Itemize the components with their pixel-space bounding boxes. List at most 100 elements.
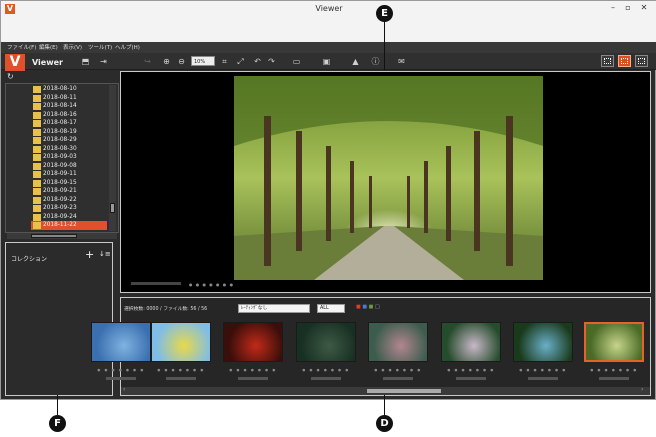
close-button[interactable]: ✕: [638, 3, 650, 12]
tree-folder-label: 2018-09-23: [43, 205, 77, 211]
folder-icon: [33, 120, 41, 127]
rating-filter-select[interactable]: ﾚｰﾃｨﾝｸﾞなし: [238, 304, 310, 313]
tree-folder-label: 2018-08-30: [43, 145, 77, 152]
fullscreen-icon[interactable]: ⤢: [235, 56, 246, 67]
thumbnail-pink-flower[interactable]: [368, 322, 428, 362]
folder-icon: [33, 94, 41, 102]
folder-icon: [33, 162, 41, 170]
collection-panel: コレクション + ↓≡: [5, 242, 113, 396]
mail-icon[interactable]: ✉: [396, 56, 407, 67]
window-title: Viewer: [315, 4, 343, 13]
thumbnail-rating: ● ● ● ● ● ● ●: [229, 368, 277, 372]
sync-icon[interactable]: ↻: [7, 72, 14, 81]
callout-d: D: [376, 415, 393, 432]
tree-folder-label: 2018-09-22: [43, 196, 77, 203]
thumbnail-blue-flower[interactable]: [513, 322, 573, 362]
tree-scroll-thumb[interactable]: [110, 203, 115, 213]
export-icon[interactable]: ⇥: [98, 56, 109, 67]
thumbnail-red-spider-lily[interactable]: [223, 322, 283, 362]
slideshow-icon[interactable]: ▣: [321, 56, 332, 67]
sort-collection-button[interactable]: ↓≡: [99, 250, 111, 258]
color-flags[interactable]: ■ ■ ■ □: [356, 304, 380, 310]
image-icon[interactable]: ▲: [350, 56, 361, 67]
label-filter-select[interactable]: ALL: [317, 304, 345, 313]
brand-logo: V: [5, 54, 25, 71]
rotate-icon[interactable]: ↪: [142, 56, 153, 67]
filmstrip-scrollbar[interactable]: [121, 387, 650, 395]
filmstrip-scroll-thumb[interactable]: [367, 389, 441, 393]
thumbnail-filename: [599, 377, 629, 380]
tree-folder-label: 2018-11-22: [43, 222, 77, 228]
grid-icon: [604, 58, 611, 64]
folder-icon: [33, 222, 41, 229]
grid-view-button[interactable]: [601, 55, 614, 67]
tree-folder-label: 2018-09-24: [43, 213, 77, 220]
menu-edit[interactable]: 編集(E): [39, 43, 58, 51]
tree-folder-label: 2018-08-16: [43, 111, 77, 118]
thumbnail-dandelion[interactable]: [151, 322, 211, 362]
thumbnail-rating: ● ● ● ● ● ● ●: [374, 368, 422, 372]
tree-folder-label: 2018-09-21: [43, 188, 77, 194]
thumbnail-rating: ● ● ● ● ● ● ●: [97, 368, 145, 372]
thumbnail-rating: ● ● ● ● ● ● ●: [157, 368, 205, 372]
folder-icon: [33, 171, 41, 178]
tree-avenue-photo: [234, 76, 543, 280]
dual-view-button[interactable]: [635, 55, 648, 67]
folder-icon: [33, 86, 41, 93]
callout-e: E: [376, 5, 393, 22]
rotate-right-icon[interactable]: ↷: [266, 56, 277, 67]
callout-f-line: [57, 395, 58, 415]
filmstrip-panel: 選択枚数: 0000 / ファイル数: 56 / 56 ﾚｰﾃｨﾝｸﾞなし AL…: [91, 297, 651, 396]
tree-folder-label: 2018-09-15: [43, 179, 77, 186]
brand-label: Viewer: [32, 58, 63, 67]
zoom-out-icon[interactable]: ⊖: [176, 56, 187, 67]
compare-icon[interactable]: ▭: [291, 56, 302, 67]
callout-f: F: [49, 415, 66, 432]
thumbnail-filename: [383, 377, 413, 380]
scroll-left-icon[interactable]: ‹: [123, 386, 125, 393]
menu-help[interactable]: ヘルプ(H): [115, 43, 140, 51]
thumbnail-tree-avenue[interactable]: [584, 322, 644, 362]
tree-scrollbar[interactable]: [109, 85, 116, 231]
tree-hscroll-thumb[interactable]: [31, 234, 77, 238]
tree-hscrollbar[interactable]: [7, 233, 117, 239]
folder-icon: [33, 128, 41, 136]
thumbnail-partial-thumb[interactable]: [91, 322, 151, 362]
thumbnail-filename: [528, 377, 558, 380]
preview-view-button[interactable]: [618, 55, 631, 67]
file-count-status: 選択枚数: 0000 / ファイル数: 56 / 56: [124, 307, 208, 312]
image-preview-area[interactable]: ● ● ● ● ● ● ●: [120, 71, 651, 293]
add-collection-button[interactable]: +: [85, 248, 94, 261]
menu-tools[interactable]: ツール(T): [88, 43, 112, 51]
rotate-left-icon[interactable]: ↶: [252, 56, 263, 67]
tree-folder-label: 2018-08-11: [43, 94, 77, 101]
zoom-in-icon[interactable]: ⊕: [161, 56, 172, 67]
tree-folder-label: 2018-08-17: [43, 120, 77, 126]
tree-folder-item[interactable]: 2018-11-22: [31, 221, 107, 230]
dual-icon: [638, 58, 645, 64]
folder-icon: [33, 196, 41, 204]
folder-icon: [33, 145, 41, 153]
fit-icon[interactable]: ⌗: [219, 56, 230, 67]
thumbnail-rating: ● ● ● ● ● ● ●: [519, 368, 567, 372]
thumbnail-cosmos-field[interactable]: [441, 322, 501, 362]
collection-title: コレクション: [11, 256, 48, 263]
folder-icon: [33, 103, 41, 110]
tree-folder-label: 2018-09-11: [43, 171, 77, 177]
thumbnail-dark-flower[interactable]: [296, 322, 356, 362]
folder-icon: [33, 213, 41, 221]
tree-folder-label: 2018-09-03: [43, 154, 77, 160]
scroll-right-icon[interactable]: ›: [641, 386, 643, 393]
folder-icon: [33, 188, 41, 195]
menu-file[interactable]: ファイル(F): [7, 43, 36, 51]
zoom-select[interactable]: 10%: [191, 56, 215, 66]
info-icon[interactable]: ⓘ: [370, 56, 381, 67]
thumbnail-filename: [106, 377, 136, 380]
menu-view[interactable]: 表示(V): [63, 43, 82, 51]
import-icon[interactable]: ⬒: [80, 56, 91, 67]
minimize-button[interactable]: –: [607, 3, 619, 12]
folder-icon: [33, 137, 41, 144]
restore-button[interactable]: ▫: [622, 3, 634, 12]
viewer-app-window: V Viewer – ▫ ✕ ファイル(F) 編集(E) 表示(V) ツール(T…: [0, 0, 656, 400]
tree-folder-label: 2018-08-10: [43, 86, 77, 92]
